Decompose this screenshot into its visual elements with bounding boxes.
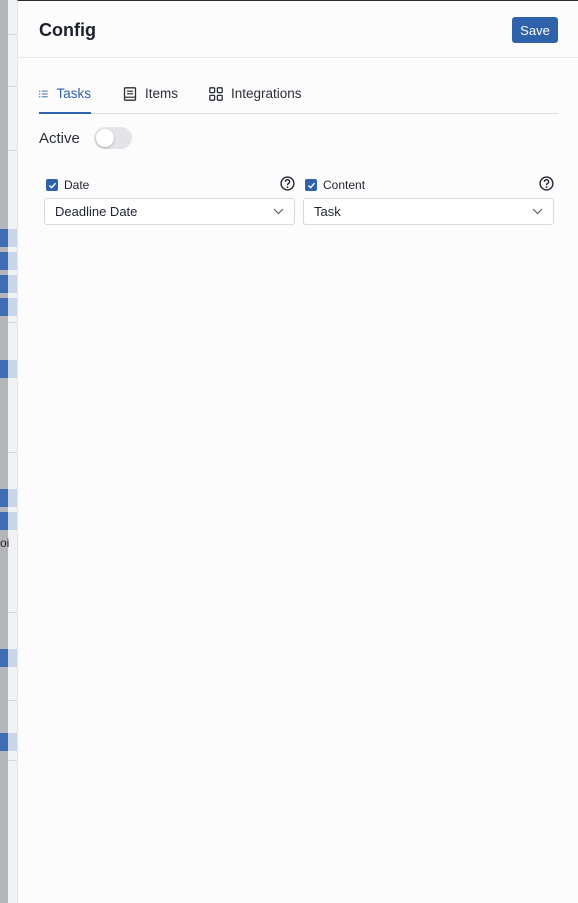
background-row-marker <box>0 298 8 316</box>
background-row-marker <box>0 360 8 378</box>
panel-title: Config <box>39 20 96 40</box>
active-label: Active <box>39 129 80 147</box>
help-icon[interactable] <box>539 176 554 191</box>
content-select-value: Task <box>314 204 341 219</box>
chevron-down-icon <box>273 208 284 215</box>
date-field-header: Date <box>44 175 295 195</box>
date-checkbox[interactable] <box>46 179 58 191</box>
document-icon <box>123 87 137 101</box>
grid-icon <box>209 87 223 101</box>
date-label: Date <box>64 178 90 192</box>
background-divider <box>8 150 17 151</box>
date-field: Date Deadline Date <box>44 175 295 225</box>
background-row-marker <box>8 298 17 316</box>
background-row-marker <box>8 229 17 247</box>
background-divider <box>8 700 17 701</box>
tab-tasks-label: Tasks <box>56 86 91 101</box>
background-row-marker <box>8 275 17 293</box>
checkmark-icon <box>48 182 56 189</box>
background-divider <box>8 34 17 35</box>
background-row-marker <box>0 275 8 293</box>
background-divider <box>8 760 17 761</box>
background-row-marker <box>0 252 8 270</box>
checkmark-icon <box>307 182 315 189</box>
date-select[interactable]: Deadline Date <box>44 198 295 225</box>
background-row-marker <box>0 649 8 667</box>
background-row-marker <box>8 489 17 507</box>
config-panel: Config Save Tasks Items Integrations Act… <box>17 0 578 903</box>
background-divider <box>8 86 17 87</box>
list-icon <box>39 90 48 98</box>
save-button[interactable]: Save <box>512 17 558 43</box>
background-row-marker <box>8 649 17 667</box>
background-row-marker <box>8 512 17 530</box>
help-icon[interactable] <box>280 176 295 191</box>
content-select[interactable]: Task <box>303 198 554 225</box>
background-row-marker <box>0 489 8 507</box>
active-setting: Active <box>39 126 132 150</box>
toggle-knob <box>95 129 114 147</box>
date-select-value: Deadline Date <box>55 204 138 219</box>
panel-header: Config Save <box>18 1 578 58</box>
background-row-marker <box>0 733 8 751</box>
background-row-marker <box>8 252 17 270</box>
content-field-header: Content <box>303 175 554 195</box>
background-divider <box>8 452 17 453</box>
content-field: Content Task <box>303 175 554 225</box>
background-app-strip: oi <box>0 0 17 903</box>
tab-items-label: Items <box>145 86 179 101</box>
content-label: Content <box>323 178 366 192</box>
tab-integrations-label: Integrations <box>231 86 302 101</box>
background-row-marker <box>8 733 17 751</box>
background-row-marker <box>0 229 8 247</box>
background-divider <box>8 322 17 323</box>
background-clipped-text: oi <box>0 536 10 550</box>
tab-bar: Tasks Items Integrations <box>39 77 558 114</box>
tab-items[interactable]: Items <box>123 77 178 113</box>
background-app-edge <box>0 0 8 903</box>
content-checkbox[interactable] <box>305 179 317 191</box>
chevron-down-icon <box>532 208 543 215</box>
tab-integrations[interactable]: Integrations <box>209 77 302 113</box>
background-row-marker <box>8 360 17 378</box>
background-divider <box>8 612 17 613</box>
active-toggle[interactable] <box>93 127 132 149</box>
background-row-marker <box>0 512 8 530</box>
tab-tasks[interactable]: Tasks <box>39 77 91 114</box>
